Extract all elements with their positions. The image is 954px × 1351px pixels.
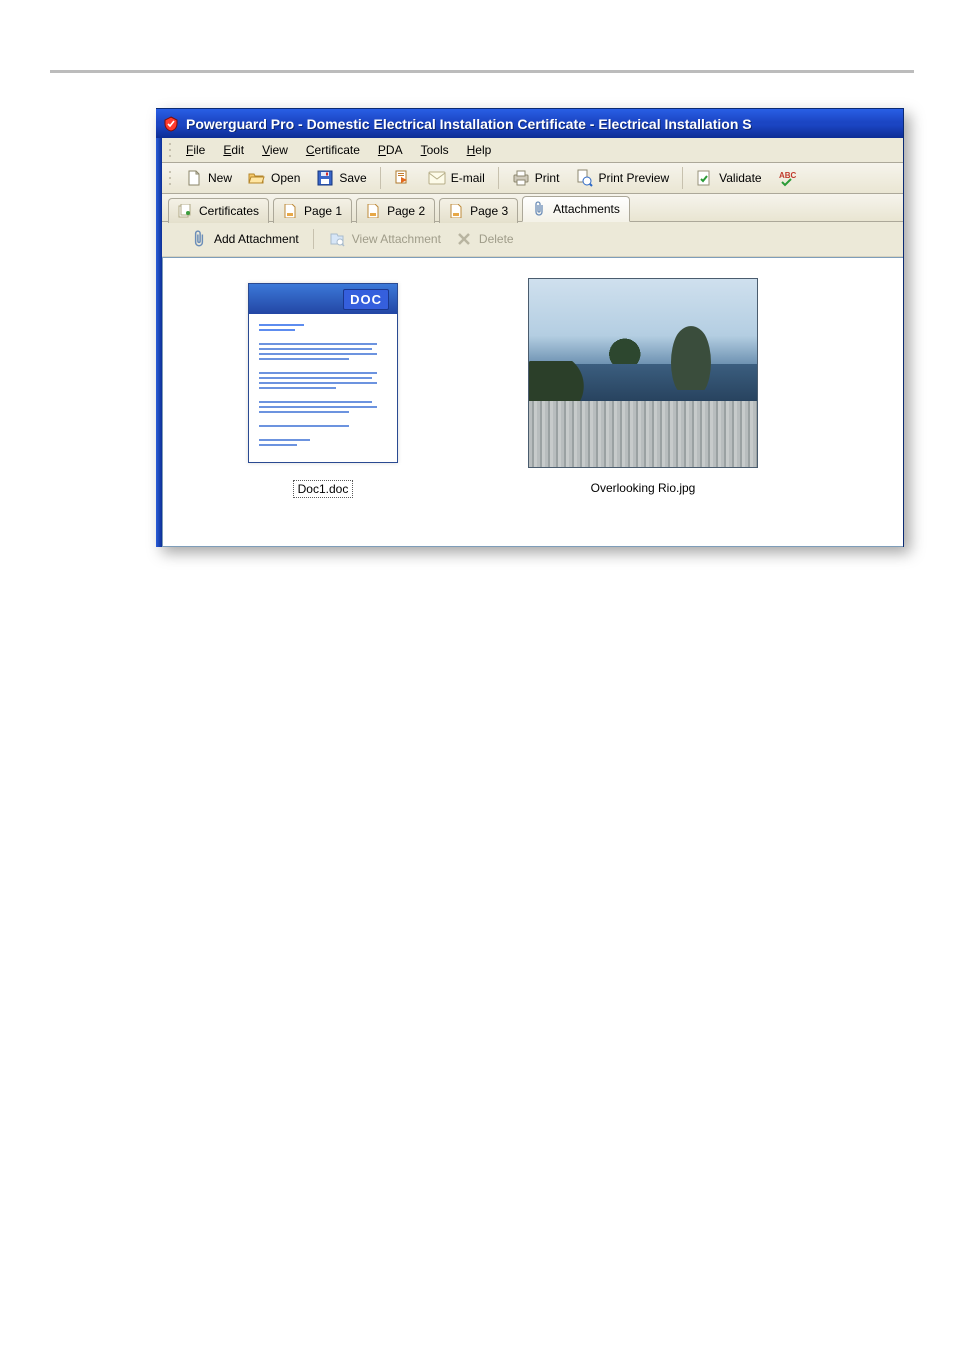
email-button[interactable]: E-mail [421, 166, 492, 190]
toolbar-separator [380, 167, 381, 189]
tab-certificates-label: Certificates [199, 204, 259, 218]
delete-attachment-label: Delete [479, 232, 514, 246]
title-bar: Powerguard Pro - Domestic Electrical Ins… [156, 109, 903, 138]
attachment-item[interactable]: Overlooking Rio.jpg [513, 278, 773, 496]
attachment-filename: Overlooking Rio.jpg [587, 480, 700, 496]
validate-icon [696, 169, 714, 187]
print-preview-button[interactable]: Print Preview [568, 166, 676, 190]
email-icon [428, 169, 446, 187]
attachment-filename: Doc1.doc [293, 480, 354, 498]
add-attachment-label: Add Attachment [214, 232, 299, 246]
doc-thumbnail: DOC [248, 283, 398, 463]
open-folder-icon [248, 169, 266, 187]
open-button[interactable]: Open [241, 166, 307, 190]
tab-page1-label: Page 1 [304, 204, 342, 218]
menu-certificate[interactable]: Certificate [298, 141, 368, 159]
view-attachment-label: View Attachment [352, 232, 441, 246]
open-label: Open [271, 171, 300, 185]
attachment-item[interactable]: DOC [193, 278, 453, 498]
view-attachment-button[interactable]: View Attachment [324, 228, 445, 250]
toolbar-separator [682, 167, 683, 189]
email-label: E-mail [451, 171, 485, 185]
validate-label: Validate [719, 171, 761, 185]
export-button[interactable] [387, 166, 419, 190]
svg-text:ABC: ABC [779, 171, 796, 180]
page-icon [281, 202, 299, 220]
toolbar-grip [168, 169, 172, 187]
delete-icon [455, 230, 473, 248]
new-button[interactable]: New [178, 166, 239, 190]
tab-attachments-label: Attachments [553, 202, 620, 216]
delete-attachment-button[interactable]: Delete [451, 228, 518, 250]
menu-file[interactable]: File [178, 141, 213, 159]
floppy-icon [316, 169, 334, 187]
image-thumbnail [528, 278, 758, 468]
window-title: Powerguard Pro - Domestic Electrical Ins… [186, 116, 897, 132]
tab-bar: Certificates Page 1 Page 2 [162, 194, 903, 222]
menu-edit[interactable]: Edit [215, 141, 252, 159]
new-label: New [208, 171, 232, 185]
tab-page2-label: Page 2 [387, 204, 425, 218]
attachments-toolbar: Add Attachment View Attachment Delete [162, 222, 903, 257]
validate-button[interactable]: Validate [689, 166, 768, 190]
menu-pda[interactable]: PDA [370, 141, 411, 159]
view-attachment-icon [328, 230, 346, 248]
page-icon [447, 202, 465, 220]
attachments-pane: DOC [162, 257, 903, 547]
app-window: Powerguard Pro - Domestic Electrical Ins… [156, 108, 904, 547]
tab-attachments[interactable]: Attachments [522, 196, 630, 222]
spellcheck-icon: ABC [778, 169, 796, 187]
print-button[interactable]: Print [505, 166, 567, 190]
tab-page2[interactable]: Page 2 [356, 198, 435, 223]
print-label: Print [535, 171, 560, 185]
page-divider [50, 70, 914, 73]
tab-page1[interactable]: Page 1 [273, 198, 352, 223]
new-icon [185, 169, 203, 187]
certificates-icon [176, 202, 194, 220]
page-icon [364, 202, 382, 220]
spellcheck-button[interactable]: ABC [771, 166, 803, 190]
add-attachment-button[interactable]: Add Attachment [186, 228, 303, 250]
menu-view[interactable]: View [254, 141, 296, 159]
paperclip-icon [190, 230, 208, 248]
tab-page3-label: Page 3 [470, 204, 508, 218]
doc-badge: DOC [343, 289, 389, 310]
export-icon [394, 169, 412, 187]
tab-page3[interactable]: Page 3 [439, 198, 518, 223]
print-preview-label: Print Preview [598, 171, 669, 185]
toolbar-separator [313, 229, 314, 249]
toolbar-grip [168, 141, 172, 159]
printer-icon [512, 169, 530, 187]
paperclip-icon [530, 200, 548, 218]
attachment-thumbnail [528, 278, 758, 468]
tab-certificates[interactable]: Certificates [168, 198, 269, 223]
menu-help[interactable]: Help [459, 141, 500, 159]
menu-bar: File Edit View Certificate PDA Tools Hel… [162, 138, 903, 163]
save-label: Save [339, 171, 366, 185]
print-preview-icon [575, 169, 593, 187]
main-toolbar: New Open Save [162, 163, 903, 194]
app-icon [162, 115, 180, 133]
menu-tools[interactable]: Tools [413, 141, 457, 159]
toolbar-separator [498, 167, 499, 189]
attachment-thumbnail: DOC [208, 278, 438, 468]
save-button[interactable]: Save [309, 166, 373, 190]
